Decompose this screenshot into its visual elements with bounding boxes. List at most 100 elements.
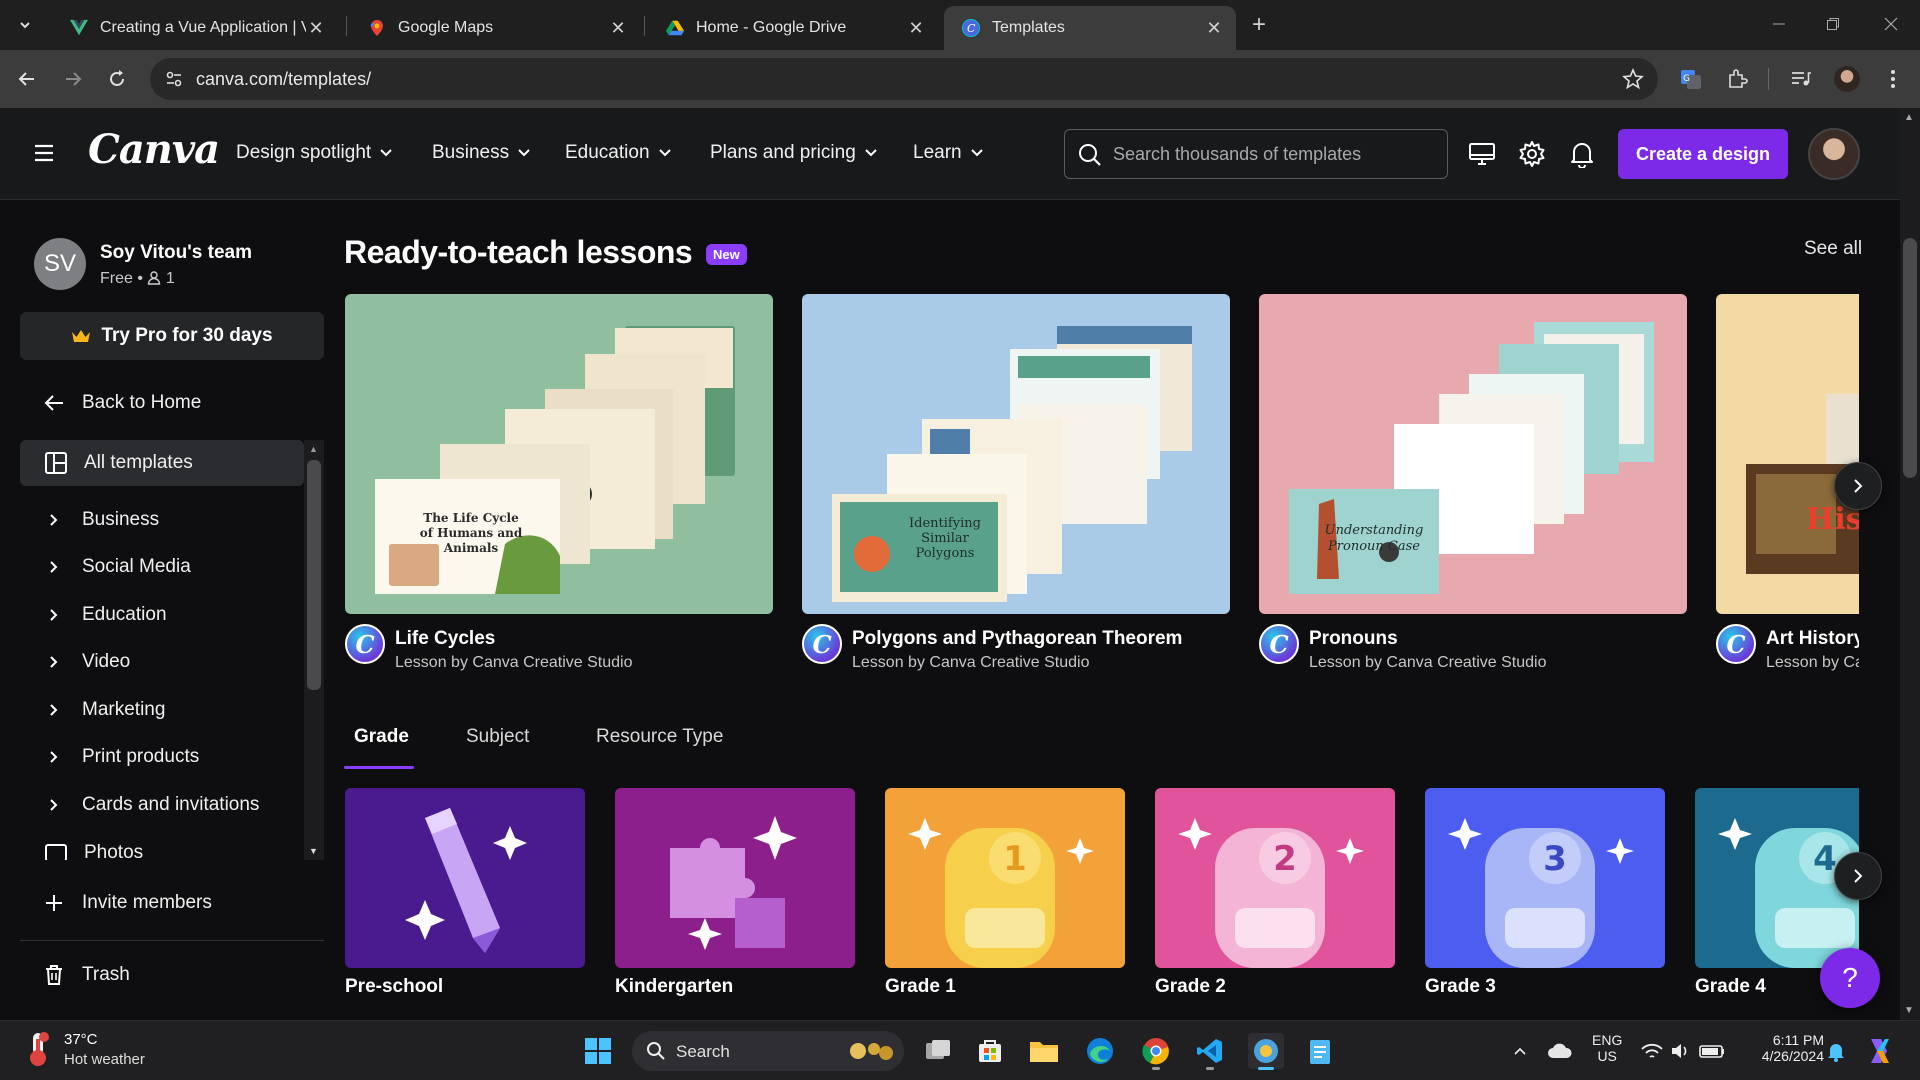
back-to-home[interactable]: Back to Home	[20, 380, 304, 426]
grade-thumbnail[interactable]	[345, 788, 585, 968]
grade-label[interactable]: Kindergarten	[615, 976, 733, 998]
lesson-title[interactable]: Art History	[1766, 628, 1859, 650]
lesson-thumbnail[interactable]: Identifying Similar Polygons	[802, 294, 1230, 614]
store-app[interactable]	[972, 1033, 1008, 1069]
sidebar-item-print-products[interactable]: Print products	[20, 734, 304, 780]
browser-tab-maps[interactable]: Google Maps ✕	[350, 6, 640, 50]
trash-button[interactable]: Trash	[20, 952, 304, 998]
notifications-button[interactable]	[1818, 1033, 1854, 1069]
try-pro-button[interactable]: Try Pro for 30 days	[20, 312, 324, 360]
user-avatar[interactable]	[1808, 128, 1860, 180]
taskbar-search[interactable]: Search	[632, 1031, 904, 1071]
task-view-button[interactable]	[920, 1033, 956, 1069]
start-button[interactable]	[580, 1033, 616, 1069]
grade-label[interactable]: Grade 1	[885, 976, 956, 998]
lesson-thumbnail[interactable]: Understanding Pronoun Case	[1259, 294, 1687, 614]
grade-label[interactable]: Pre-school	[345, 976, 443, 998]
onedrive-button[interactable]	[1542, 1033, 1578, 1069]
weather-widget[interactable]: 37°C Hot weather	[24, 1031, 145, 1068]
sidebar-item-photos[interactable]: Photos	[20, 840, 304, 860]
nav-business[interactable]: Business	[432, 142, 531, 164]
clock[interactable]: 6:11 PM 4/26/2024	[1742, 1032, 1824, 1064]
team-avatar[interactable]: SV	[34, 238, 86, 290]
nav-education[interactable]: Education	[565, 142, 672, 164]
site-settings-icon[interactable]	[164, 69, 184, 89]
template-search[interactable]	[1064, 129, 1448, 179]
nav-design-spotlight[interactable]: Design spotlight	[236, 142, 393, 164]
grade-label[interactable]: Grade 3	[1425, 976, 1496, 998]
copilot-button[interactable]	[1860, 1033, 1896, 1069]
lessons-next-button[interactable]	[1834, 462, 1882, 510]
canva-logo[interactable]: Canva	[88, 126, 220, 173]
tab-search-button[interactable]	[12, 12, 38, 38]
lesson-card-polygons[interactable]: Identifying Similar Polygons C Polygons …	[802, 294, 1230, 671]
restore-button[interactable]	[1808, 8, 1858, 40]
sidebar-item-social-media[interactable]: Social Media	[20, 544, 304, 590]
new-tab-button[interactable]: +	[1246, 11, 1272, 38]
page-scrollbar[interactable]: ▲ ▼	[1900, 108, 1920, 1020]
grade-label[interactable]: Grade 4	[1695, 976, 1766, 998]
tab-grade[interactable]: Grade	[354, 726, 409, 748]
tab-resource-type[interactable]: Resource Type	[596, 726, 723, 748]
browser-tab-templates[interactable]: C Templates ✕	[944, 6, 1236, 50]
file-explorer-app[interactable]	[1026, 1033, 1062, 1069]
browser-tab-vue[interactable]: Creating a Vue Application | Vue.js ✕	[52, 6, 338, 50]
browser-tab-drive[interactable]: Home - Google Drive ✕	[648, 6, 938, 50]
grade-thumbnail[interactable]: 1	[885, 788, 1125, 968]
forward-button[interactable]	[58, 64, 88, 94]
team-name[interactable]: Soy Vitou's team	[100, 242, 252, 264]
lesson-thumbnail[interactable]: The Life Cycle of Humans and Animals	[345, 294, 773, 614]
browser-menu-button[interactable]	[1880, 66, 1906, 92]
lesson-title[interactable]: Life Cycles	[395, 628, 495, 650]
sidebar-scrollbar[interactable]: ▲ ▼	[304, 440, 324, 860]
minimize-button[interactable]	[1754, 8, 1804, 40]
reload-button[interactable]	[102, 64, 132, 94]
notifications-button[interactable]	[1567, 139, 1597, 169]
lesson-title[interactable]: Polygons and Pythagorean Theorem	[852, 628, 1182, 650]
grade-thumbnail[interactable]: 3	[1425, 788, 1665, 968]
close-icon[interactable]: ✕	[906, 18, 926, 38]
vscode-app[interactable]	[1192, 1033, 1228, 1070]
create-design-button[interactable]: Create a design	[1618, 129, 1788, 179]
sidebar-item-business[interactable]: Business	[20, 497, 304, 543]
close-icon[interactable]: ✕	[306, 18, 326, 38]
scrollbar-thumb[interactable]	[1903, 238, 1917, 478]
tab-subject[interactable]: Subject	[466, 726, 529, 748]
menu-button[interactable]	[34, 144, 54, 162]
show-hidden-icons-button[interactable]	[1502, 1033, 1538, 1069]
nav-plans-pricing[interactable]: Plans and pricing	[710, 142, 878, 164]
scrollbar-thumb[interactable]	[307, 460, 321, 690]
grade-card-grade-3[interactable]: 3 Grade 3	[1425, 788, 1665, 997]
grade-card-kindergarten[interactable]: Kindergarten	[615, 788, 855, 997]
close-icon[interactable]: ✕	[608, 18, 628, 38]
system-tray-status[interactable]	[1640, 1033, 1730, 1069]
lesson-title[interactable]: Pronouns	[1309, 628, 1398, 650]
grade-card-grade-1[interactable]: 1 Grade 1	[885, 788, 1125, 997]
help-button[interactable]: ?	[1820, 948, 1880, 1008]
grade-thumbnail[interactable]	[615, 788, 855, 968]
extensions-button[interactable]	[1724, 66, 1750, 92]
sidebar-item-cards-invitations[interactable]: Cards and invitations	[20, 782, 304, 828]
media-controls-button[interactable]	[1788, 66, 1814, 92]
lesson-thumbnail[interactable]: Hist	[1716, 294, 1859, 614]
search-input[interactable]	[1113, 140, 1433, 168]
nav-learn[interactable]: Learn	[913, 142, 984, 164]
grade-label[interactable]: Grade 2	[1155, 976, 1226, 998]
edge-app[interactable]	[1082, 1033, 1118, 1069]
lesson-card-life-cycles[interactable]: The Life Cycle of Humans and Animals C L…	[345, 294, 773, 671]
grade-thumbnail[interactable]: 2	[1155, 788, 1395, 968]
close-window-button[interactable]	[1866, 8, 1916, 40]
chrome-app[interactable]	[1138, 1033, 1174, 1070]
settings-button[interactable]	[1517, 139, 1547, 169]
canva-browser-app[interactable]	[1248, 1033, 1284, 1070]
sidebar-item-education[interactable]: Education	[20, 592, 304, 638]
notepad-app[interactable]	[1302, 1033, 1338, 1069]
sidebar-item-all-templates[interactable]: All templates	[20, 440, 304, 486]
language-indicator[interactable]: ENG US	[1592, 1032, 1622, 1064]
desktop-app-button[interactable]	[1467, 139, 1497, 169]
profile-button[interactable]	[1834, 66, 1860, 92]
grade-card-grade-2[interactable]: 2 Grade 2	[1155, 788, 1395, 997]
bookmark-star-icon[interactable]	[1622, 68, 1644, 90]
grades-next-button[interactable]	[1834, 852, 1882, 900]
invite-members-button[interactable]: Invite members	[20, 880, 304, 926]
